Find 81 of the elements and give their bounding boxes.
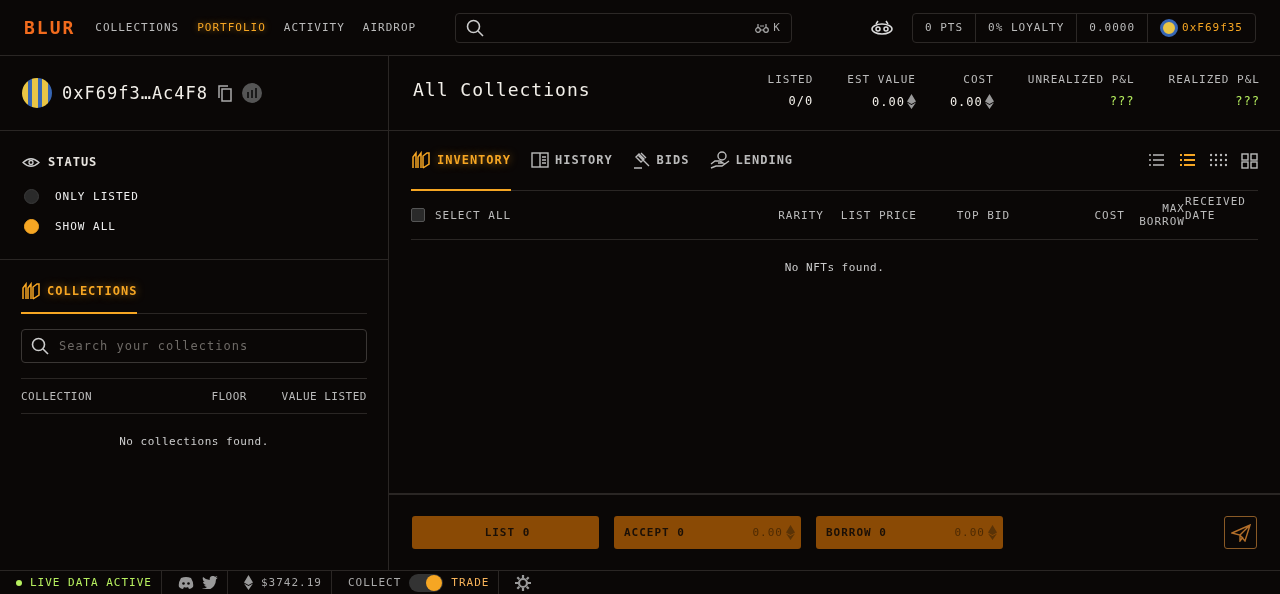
avatar-icon — [1160, 18, 1178, 37]
balance-stat[interactable]: 0.0000 — [1077, 13, 1148, 42]
section-title: STATUS — [48, 155, 98, 169]
hand-coin-icon — [709, 151, 730, 169]
search-field[interactable]: K — [454, 12, 792, 43]
command-key-icon — [755, 22, 770, 33]
points-stat[interactable]: 0 PTS — [912, 13, 977, 42]
column-header[interactable]: LIST PRICE — [824, 208, 917, 222]
radio-button[interactable] — [24, 188, 39, 204]
column-header[interactable]: RARITY — [708, 208, 824, 222]
compact-list-icon[interactable] — [1179, 152, 1196, 169]
stat-label: LISTED — [767, 73, 814, 86]
collections-tab[interactable]: COLLECTIONS — [21, 280, 138, 314]
column-header[interactable]: MAX BORROW — [1125, 202, 1185, 228]
nav-link[interactable]: ACTIVITY — [283, 21, 345, 34]
stat-value: ??? — [1235, 94, 1260, 108]
stat-label: EST VALUE — [847, 73, 916, 86]
paper-plane-icon — [1230, 523, 1251, 542]
search-icon — [31, 337, 49, 355]
tab[interactable]: HISTORY — [531, 131, 613, 191]
collection-icon — [21, 282, 41, 300]
mode-label[interactable]: TRADE — [451, 576, 490, 589]
mode-toggle[interactable] — [409, 573, 444, 592]
select-all-label[interactable]: SELECT ALL — [435, 208, 708, 222]
collection-icon — [411, 151, 431, 169]
column-header[interactable]: VALUE LISTED — [247, 389, 367, 403]
ethereum-icon — [786, 525, 795, 540]
option-label[interactable]: ONLY LISTED — [55, 189, 139, 203]
shortcut-key: K — [773, 21, 781, 34]
nav-link[interactable]: COLLECTIONS — [95, 21, 180, 34]
mode-label[interactable]: COLLECT — [347, 576, 402, 589]
wallet-button[interactable]: 0xF69f35 — [1148, 13, 1255, 42]
stat-value: 0/0 — [788, 94, 814, 108]
grid-view-icon[interactable] — [1241, 152, 1258, 169]
tab[interactable]: LENDING — [709, 131, 794, 191]
dense-grid-icon[interactable] — [1210, 152, 1227, 169]
wallet-address: 0xF69f3…Ac4F8 — [62, 83, 209, 103]
column-header[interactable]: TOP BID — [917, 208, 1010, 222]
page-title: All Collections — [413, 79, 591, 100]
checkbox[interactable] — [411, 208, 425, 222]
book-icon — [531, 152, 550, 168]
eth-price: $3742.19 — [260, 576, 322, 589]
logo[interactable]: BLUR — [24, 17, 76, 38]
stat-value: 0.00 — [949, 94, 994, 109]
radio-button[interactable] — [24, 218, 39, 234]
ethereum-icon — [906, 94, 916, 109]
gavel-icon — [632, 151, 651, 169]
eye-icon — [22, 156, 40, 168]
stat-label: REALIZED P&L — [1168, 73, 1260, 86]
loyalty-stat[interactable]: 0% LOYALTY — [976, 13, 1078, 42]
ethereum-icon — [988, 525, 997, 540]
stat-value: ??? — [1109, 94, 1135, 108]
tab[interactable]: BIDS — [632, 131, 690, 191]
column-header[interactable]: RECEIVED DATE — [1185, 195, 1258, 223]
option-label[interactable]: SHOW ALL — [55, 219, 116, 233]
nav-link[interactable]: AIRDROP — [362, 21, 417, 34]
twitter-icon[interactable] — [201, 576, 218, 589]
empty-message: No collections found. — [118, 435, 270, 448]
column-header[interactable]: COLLECTION — [21, 389, 187, 403]
tab[interactable]: INVENTORY — [411, 131, 512, 191]
chart-icon[interactable] — [242, 83, 263, 103]
settings-icon[interactable] — [515, 574, 532, 591]
search-field[interactable]: Search your collections — [21, 329, 367, 363]
stat-label: UNREALIZED P&L — [1027, 73, 1135, 86]
column-header[interactable]: FLOOR — [187, 389, 247, 403]
nav-link[interactable]: PORTFOLIO — [197, 21, 266, 34]
status-dot-icon — [16, 579, 22, 586]
stat-value: 0.00 — [872, 94, 916, 109]
list-view-icon[interactable] — [1148, 152, 1165, 169]
live-status: LIVE DATA ACTIVE — [30, 576, 152, 589]
stat-label: COST — [963, 73, 994, 86]
mascot-icon[interactable] — [869, 19, 894, 36]
column-header[interactable]: COST — [1010, 208, 1125, 222]
empty-message: No NFTs found. — [783, 261, 886, 274]
discord-icon[interactable] — [177, 576, 194, 589]
copy-icon[interactable] — [218, 84, 233, 102]
ethereum-icon — [984, 94, 994, 109]
ethereum-icon — [243, 575, 253, 590]
avatar-icon — [22, 78, 52, 108]
send-button[interactable] — [1224, 516, 1257, 549]
search-icon — [465, 18, 484, 37]
